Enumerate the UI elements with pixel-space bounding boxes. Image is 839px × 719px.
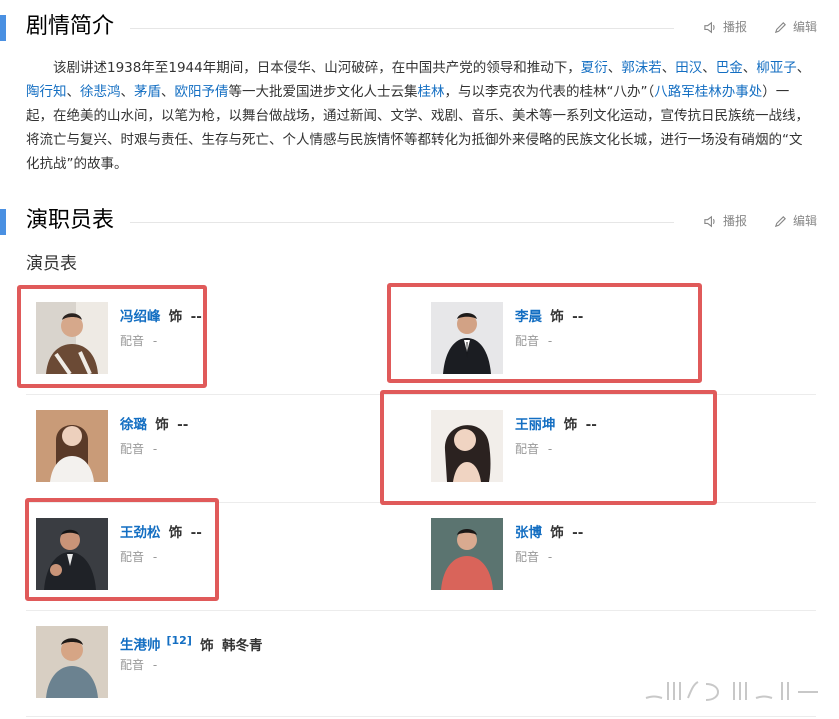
watermark-logo (645, 681, 818, 701)
office-link[interactable]: 八路军桂林办事处 (654, 84, 762, 100)
highlight-box (17, 285, 207, 388)
section-accent-bar (0, 209, 6, 235)
speaker-icon (704, 215, 715, 227)
dub-label: 配音 (120, 658, 145, 672)
separator: 、 (120, 84, 135, 100)
person-link[interactable]: 徐悲鸿 (80, 84, 121, 100)
synopsis-section-header: 剧情简介 播报 编辑 (0, 12, 839, 42)
role-name: -- (572, 525, 584, 541)
listen-label: 播报 (723, 20, 748, 34)
cast-edit-button[interactable]: 编辑 (773, 213, 817, 229)
dub-label: 配音 (120, 442, 145, 456)
person-link[interactable]: 柳亚子 (756, 60, 797, 76)
separator: 、 (66, 84, 81, 100)
speaker-icon (704, 21, 715, 33)
pencil-icon (774, 21, 786, 33)
cast-member[interactable]: 生港帅 [12] 饰 韩冬青 配音 - (26, 614, 406, 704)
role-name: -- (177, 417, 189, 433)
as-label: 饰 (155, 417, 169, 433)
dub-line: 配音 - (120, 656, 157, 674)
person-link[interactable]: 田汉 (675, 60, 702, 76)
dub-line: 配音 - (120, 440, 157, 458)
as-label: 饰 (550, 525, 564, 541)
synopsis-listen-button[interactable]: 播报 (703, 19, 747, 35)
person-link[interactable]: 欧阳予倩 (175, 84, 229, 100)
separator: 、 (607, 60, 622, 76)
actor-photo[interactable] (36, 626, 108, 698)
dub-line: 配音 - (515, 548, 552, 566)
synopsis-paragraph: 该剧讲述1938年至1944年期间，日本侵华、山河破碎，在中国共产党的领导和推动… (26, 56, 812, 176)
synopsis-edit-button[interactable]: 编辑 (773, 19, 817, 35)
row-divider (26, 610, 816, 611)
edit-label: 编辑 (793, 214, 818, 228)
actor-photo[interactable] (36, 410, 108, 482)
section-divider-line (130, 222, 674, 223)
place-link[interactable]: 桂林 (418, 84, 445, 100)
cast-member[interactable]: 张博 饰 -- 配音 - (421, 506, 801, 596)
dub-label: 配音 (515, 550, 540, 564)
listen-label: 播报 (723, 214, 748, 228)
summary-text: 该剧讲述1938年至1944年期间，日本侵华、山河破碎，在中国共产党的领导和推动… (53, 60, 581, 76)
actor-name-link[interactable]: 徐璐 (120, 417, 147, 433)
separator: 、 (702, 60, 716, 76)
cast-member[interactable]: 徐璐 饰 -- 配音 - (26, 398, 406, 488)
as-label: 饰 (200, 637, 214, 654)
actor-photo[interactable] (431, 518, 503, 590)
cast-table-subtitle: 演员表 (26, 254, 77, 274)
section-divider-line (130, 28, 674, 29)
actor-name-link[interactable]: 张博 (515, 525, 542, 541)
person-link[interactable]: 夏衍 (581, 60, 608, 76)
pencil-icon (774, 215, 786, 227)
row-divider (26, 716, 816, 717)
summary-text: ，与以李克农为代表的桂林“八办”（ (444, 84, 655, 100)
cast-section-header: 演职员表 播报 编辑 (0, 206, 839, 236)
cast-name-line: 徐璐 饰 -- (120, 415, 188, 435)
person-link[interactable]: 巴金 (716, 60, 743, 76)
section-accent-bar (0, 15, 6, 41)
dub-value: - (547, 550, 553, 564)
cast-title: 演职员表 (26, 208, 115, 233)
highlight-box (25, 498, 219, 601)
summary-text: 等一大批爱国进步文化人士云集 (228, 84, 418, 100)
cast-name-line: 生港帅 [12] 饰 韩冬青 (120, 631, 262, 656)
person-link[interactable]: 郭沫若 (621, 60, 662, 76)
separator: 、 (161, 84, 175, 100)
edit-label: 编辑 (793, 20, 818, 34)
person-link[interactable]: 陶行知 (26, 84, 67, 100)
dub-value: - (152, 658, 158, 672)
dub-value: - (152, 442, 158, 456)
person-link[interactable]: 茅盾 (134, 84, 161, 100)
highlight-box (380, 390, 717, 505)
role-name: 韩冬青 (221, 637, 263, 654)
separator: 、 (661, 60, 676, 76)
cast-listen-button[interactable]: 播报 (703, 213, 747, 229)
separator: 、 (742, 60, 757, 76)
highlight-box (387, 283, 702, 383)
reference-superscript[interactable]: [12] (167, 634, 192, 647)
separator: 、 (796, 60, 811, 76)
cast-name-line: 张博 饰 -- (515, 523, 583, 543)
synopsis-title: 剧情简介 (26, 14, 115, 39)
actor-name-link[interactable]: 生港帅 (120, 638, 161, 654)
